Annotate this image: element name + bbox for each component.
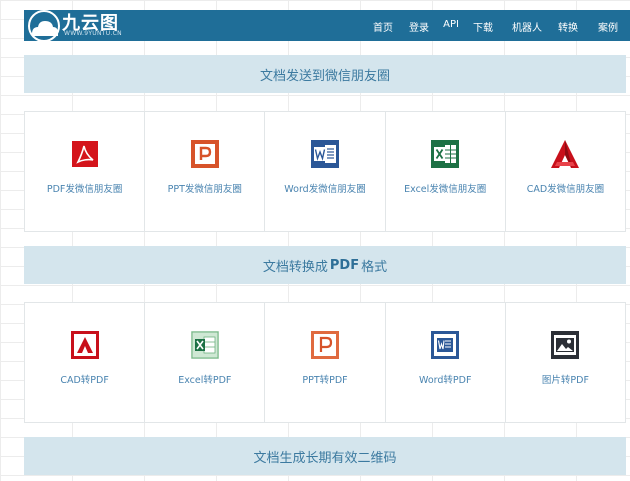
autocad-icon (70, 331, 99, 359)
section-title-wechat: 文档发送到微信朋友圈 (24, 55, 626, 93)
card-label: Excel发微信朋友圈 (404, 184, 487, 195)
card-label: CAD发微信朋友圈 (526, 184, 605, 195)
autocad-icon (551, 140, 580, 168)
logo-subtitle: WWW.9YUNTU.CN (64, 30, 122, 37)
card-image-to-pdf[interactable]: 图片转PDF (506, 303, 625, 422)
ppt-icon (190, 140, 219, 168)
section-title-text: 文档发送到微信朋友圈 (259, 68, 390, 84)
card-label: Excel转PDF (178, 375, 232, 386)
card-word-to-pdf[interactable]: Word转PDF (386, 303, 506, 422)
section-title-text: 文档生成长期有效二维码 (253, 450, 397, 466)
excel-icon (431, 140, 460, 168)
section-title-text: 格式 (361, 259, 388, 275)
nav-download[interactable]: 下载 (473, 19, 493, 34)
card-label: PDF发微信朋友圈 (46, 184, 123, 195)
section-title-qrcode: 文档生成长期有效二维码 (24, 437, 626, 475)
wechat-card-row: PDF发微信朋友圈 PPT发微信朋友圈 Word发微信朋友圈 Excel发微信朋… (24, 111, 626, 232)
nav-api[interactable]: API (443, 19, 459, 30)
card-label: CAD转PDF (60, 375, 109, 386)
section-title-text: 文档转换成 (262, 259, 328, 275)
card-cad-wechat[interactable]: CAD发微信朋友圈 (506, 112, 625, 231)
section-title-highlight: PDF (329, 257, 360, 273)
card-label: PPT发微信朋友圈 (167, 184, 242, 195)
image-icon (551, 331, 580, 359)
card-label: PPT转PDF (302, 375, 348, 386)
to-pdf-card-row: CAD转PDF Excel转PDF PPT转PDF Word转PDF 图片转PD… (24, 302, 626, 423)
site-header: 九云图 WWW.9YUNTU.CN 首页 登录 API 下载 机器人 转换 案例 (24, 8, 630, 44)
card-excel-wechat[interactable]: Excel发微信朋友圈 (386, 112, 506, 231)
card-ppt-wechat[interactable]: PPT发微信朋友圈 (145, 112, 266, 231)
card-label: Word转PDF (418, 375, 472, 386)
card-excel-to-pdf[interactable]: Excel转PDF (145, 303, 266, 422)
ppt-icon (311, 331, 339, 359)
nav-login[interactable]: 登录 (409, 19, 429, 34)
nav-robot[interactable]: 机器人 (512, 19, 542, 34)
nav-home[interactable]: 首页 (373, 19, 393, 34)
nav-cases[interactable]: 案例 (598, 19, 618, 34)
logo[interactable]: 九云图 WWW.9YUNTU.CN (26, 8, 136, 44)
card-pdf-wechat[interactable]: PDF发微信朋友圈 (25, 112, 146, 231)
card-cad-to-pdf[interactable]: CAD转PDF (25, 303, 146, 422)
card-ppt-to-pdf[interactable]: PPT转PDF (265, 303, 386, 422)
cloud-logo-icon (28, 10, 60, 42)
pdf-icon (71, 141, 98, 167)
card-label: 图片转PDF (541, 375, 589, 386)
excel-icon (190, 331, 219, 359)
card-word-wechat[interactable]: Word发微信朋友圈 (265, 112, 386, 231)
word-icon (311, 140, 339, 168)
word-icon (431, 331, 460, 359)
section-title-to-pdf: 文档转换成 PDF 格式 (24, 246, 626, 284)
nav-convert[interactable]: 转换 (558, 19, 578, 34)
card-label: Word发微信朋友圈 (284, 184, 366, 195)
